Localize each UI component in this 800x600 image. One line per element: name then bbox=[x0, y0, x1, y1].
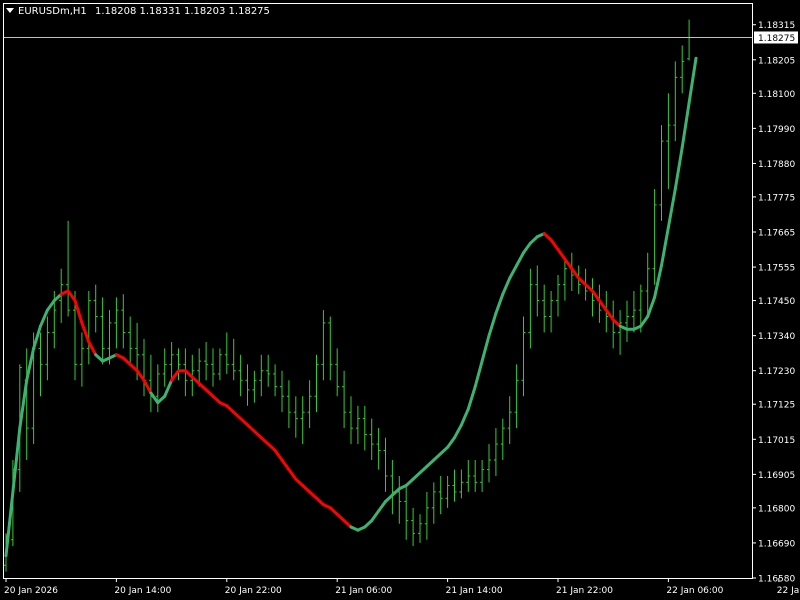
x-tick-label: 21 Jan 14:00 bbox=[446, 586, 503, 596]
svg-text:EURUSDm,H1 1.18208 1.183: EURUSDm,H1 1.18208 1.18331 1.18203 1.182… bbox=[18, 6, 270, 17]
y-tick-label: 1.17340 bbox=[758, 332, 795, 342]
x-tick-label: 20 Jan 22:00 bbox=[225, 586, 282, 596]
chart-background bbox=[0, 0, 800, 600]
y-tick-label: 1.16905 bbox=[758, 471, 795, 481]
ohlc-values: 1.18208 1.18331 1.18203 1.18275 bbox=[95, 6, 270, 17]
y-tick-label: 1.17880 bbox=[758, 160, 795, 170]
current-price-label: 1.18275 bbox=[754, 31, 798, 44]
y-tick-label: 1.17450 bbox=[758, 297, 795, 307]
x-tick-label: 22 Jan 06:00 bbox=[666, 586, 723, 596]
y-tick-label: 1.17230 bbox=[758, 367, 795, 377]
y-tick-label: 1.17775 bbox=[758, 193, 795, 203]
y-tick-label: 1.18100 bbox=[758, 90, 795, 100]
x-tick-label: 20 Jan 14:00 bbox=[114, 586, 171, 596]
y-tick-label: 1.18315 bbox=[758, 21, 795, 31]
symbol-label: EURUSDm,H1 bbox=[18, 6, 87, 17]
x-tick-label: 21 Jan 22:00 bbox=[556, 586, 613, 596]
y-tick-label: 1.17555 bbox=[758, 264, 795, 274]
y-tick-label: 1.17125 bbox=[758, 401, 795, 411]
y-tick-label: 1.17015 bbox=[758, 436, 795, 446]
y-tick-label: 1.17990 bbox=[758, 125, 795, 135]
y-tick-label: 1.16690 bbox=[758, 539, 795, 549]
x-tick-label: 20 Jan 2026 bbox=[4, 586, 58, 596]
y-tick-label: 1.16580 bbox=[758, 575, 795, 585]
x-tick-label: 21 Jan 06:00 bbox=[335, 586, 392, 596]
current-price-label-text: 1.18275 bbox=[758, 34, 795, 44]
chart-header: EURUSDm,H1 1.18208 1.18331 1.18203 1.182… bbox=[6, 6, 270, 17]
price-chart[interactable]: 1.18315 1.18205 1.18100 1.17990 1.17880 1.177… bbox=[0, 0, 800, 600]
y-tick-label: 1.18205 bbox=[758, 56, 795, 66]
y-tick-label: 1.16800 bbox=[758, 504, 795, 514]
x-tick-label: 22 Jan 14:00 bbox=[777, 586, 800, 596]
y-tick-label: 1.17665 bbox=[758, 229, 795, 239]
